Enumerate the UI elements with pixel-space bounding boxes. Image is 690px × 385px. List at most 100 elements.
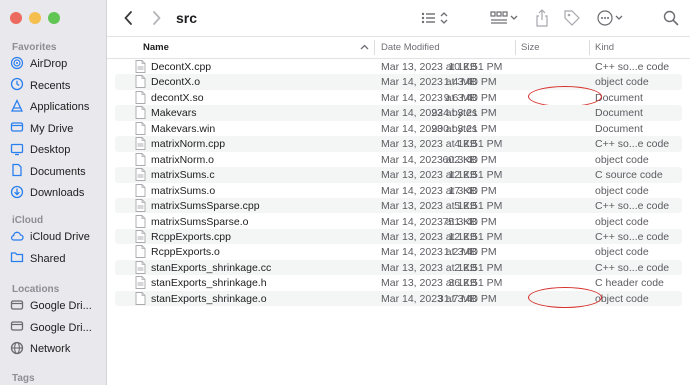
- view-options-button[interactable]: [420, 10, 454, 26]
- file-row[interactable]: stanExports_shrinkage.o Mar 14, 2023 at 3…: [115, 286, 682, 308]
- file-size: 12 KB: [448, 230, 477, 243]
- chevron-left-icon: [124, 11, 132, 25]
- file-name: stanExports_shrinkage.o: [151, 292, 267, 305]
- minimize-button[interactable]: [29, 12, 41, 24]
- sidebar-item-label: Downloads: [30, 187, 85, 199]
- file-date: Mar 13, 2023 at 12:51 PM: [381, 277, 503, 290]
- file-kind: object code: [595, 153, 649, 166]
- document-icon: [10, 163, 24, 180]
- file-row[interactable]: stanExports_shrinkage.h Mar 13, 2023 at 1…: [115, 275, 682, 290]
- file-name: DecontX.cpp: [151, 61, 212, 73]
- file-row[interactable]: Makevars.win Mar 14, 2023 at 3:21 PM 900 b…: [115, 121, 682, 136]
- list-view-icon: [421, 12, 448, 24]
- action-menu-button[interactable]: [596, 9, 626, 27]
- column-divider[interactable]: [374, 40, 375, 55]
- sidebar-item-label: Recents: [30, 79, 71, 92]
- search-button[interactable]: [662, 9, 680, 27]
- drive-icon: [10, 120, 24, 137]
- file-date: Mar 13, 2023 at 12:51 PM: [381, 261, 503, 274]
- file-row[interactable]: decontX.so Mar 14, 2023 at 3:40 PM 9.6 MB D…: [115, 85, 682, 107]
- column-divider[interactable]: [515, 40, 516, 55]
- date-column-header[interactable]: Date Modified: [381, 42, 440, 53]
- file-icon: [135, 245, 146, 261]
- sidebar-item[interactable]: Network: [10, 340, 104, 358]
- back-button[interactable]: [121, 9, 135, 27]
- file-row[interactable]: matrixSumsSparse.cpp Mar 13, 2023 at 12:5…: [115, 198, 682, 214]
- file-kind: C++ so...e code: [595, 138, 670, 151]
- file-size: 31.7 MB: [437, 292, 477, 305]
- file-row[interactable]: matrixSums.c Mar 13, 2023 at 12:51 PM 12 K…: [115, 167, 682, 183]
- file-date: Mar 13, 2023 at 12:51 PM: [381, 169, 503, 182]
- file-kind: C source code: [595, 169, 663, 182]
- share-button[interactable]: [535, 8, 549, 28]
- clock-icon: [10, 77, 24, 94]
- sidebar-item[interactable]: Desktop: [10, 141, 104, 159]
- download-icon: [10, 185, 24, 202]
- file-kind: Document: [595, 122, 643, 135]
- sidebar-item[interactable]: iCloud Drive: [10, 228, 104, 246]
- window-controls: [10, 12, 60, 24]
- file-name: matrixSumsSparse.o: [151, 215, 249, 228]
- sidebar-item[interactable]: Recents: [10, 77, 104, 95]
- name-column-header[interactable]: Name: [143, 42, 169, 53]
- tag-icon: [564, 10, 580, 26]
- file-row[interactable]: matrixSumsSparse.o Mar 14, 2023 at 3:40 P…: [115, 214, 682, 229]
- shared-folder-icon: [10, 250, 24, 267]
- file-size: 924 bytes: [431, 107, 477, 120]
- close-button[interactable]: [10, 12, 22, 24]
- file-row[interactable]: matrixSums.o Mar 14, 2023 at 3:40 PM 17 KB…: [115, 183, 682, 198]
- kind-column-header[interactable]: Kind: [595, 42, 614, 53]
- sidebar-item[interactable]: AirDrop: [10, 55, 104, 73]
- file-row[interactable]: stanExports_shrinkage.cc Mar 13, 2023 at …: [115, 259, 682, 276]
- file-row[interactable]: DecontX.cpp Mar 13, 2023 at 12:51 PM 10 KB…: [115, 59, 682, 74]
- group-button[interactable]: [490, 10, 520, 26]
- airdrop-icon: [10, 56, 24, 73]
- size-column-header[interactable]: Size: [521, 42, 539, 53]
- file-kind: Document: [595, 107, 643, 120]
- file-name: RcppExports.cpp: [151, 230, 231, 243]
- file-row[interactable]: matrixNorm.o Mar 14, 2023 at 3:40 PM 602 K…: [115, 152, 682, 167]
- file-date: Mar 14, 2023 at 3:40 PM: [381, 153, 497, 166]
- file-name: matrixSumsSparse.cpp: [151, 200, 260, 213]
- sidebar-item[interactable]: My Drive: [10, 120, 104, 138]
- forward-button[interactable]: [149, 9, 163, 27]
- file-date: Mar 13, 2023 at 12:51 PM: [381, 138, 503, 151]
- file-row[interactable]: RcppExports.o Mar 14, 2023 at 3:40 PM 1.2 …: [115, 244, 682, 259]
- sidebar-item[interactable]: Google Dri...: [10, 297, 104, 315]
- file-size: 10 KB: [448, 61, 477, 73]
- sidebar-item-label: Network: [30, 343, 71, 355]
- zoom-button[interactable]: [48, 12, 60, 24]
- sort-ascending-icon[interactable]: [360, 44, 369, 50]
- file-kind: C++ so...e code: [595, 200, 670, 213]
- file-name: decontX.so: [151, 91, 204, 104]
- sidebar-item-label: Desktop: [30, 144, 71, 156]
- file-kind: Document: [595, 91, 643, 104]
- file-row[interactable]: Makevars Mar 14, 2023 at 3:21 PM 924 bytes…: [115, 105, 682, 121]
- file-name: matrixNorm.cpp: [151, 138, 226, 151]
- file-kind: C header code: [595, 277, 664, 290]
- sidebar-item[interactable]: Shared: [10, 250, 104, 268]
- grid-icon: [490, 11, 518, 24]
- sidebar-item[interactable]: Downloads: [10, 184, 104, 202]
- sidebar-item[interactable]: Documents: [10, 163, 104, 181]
- file-date: Mar 14, 2023 at 3:40 PM: [381, 184, 497, 197]
- file-row[interactable]: matrixNorm.cpp Mar 13, 2023 at 12:51 PM 4 …: [115, 136, 682, 152]
- column-divider[interactable]: [589, 40, 590, 55]
- file-name: matrixSums.c: [151, 169, 215, 182]
- sidebar-item[interactable]: Google Dri...: [10, 319, 104, 337]
- file-kind: object code: [595, 292, 649, 305]
- file-date: Mar 13, 2023 at 12:51 PM: [381, 61, 503, 73]
- desktop-icon: [10, 142, 24, 159]
- tag-button[interactable]: [562, 9, 582, 27]
- sidebar-item-label: Applications: [30, 101, 90, 113]
- file-kind: object code: [595, 246, 649, 259]
- sidebar-section-title: iCloud: [12, 215, 44, 226]
- sidebar-item[interactable]: Applications: [10, 98, 104, 116]
- chevron-right-icon: [152, 11, 160, 25]
- file-row[interactable]: RcppExports.cpp Mar 13, 2023 at 12:51 PM 1…: [115, 228, 682, 245]
- ellipsis-circle-icon: [597, 10, 623, 26]
- file-name: RcppExports.o: [151, 246, 220, 259]
- file-row[interactable]: DecontX.o Mar 14, 2023 at 3:40 PM 1.4 MB ob…: [115, 74, 682, 90]
- file-date: Mar 14, 2023 at 3:40 PM: [381, 91, 497, 104]
- search-icon: [663, 10, 679, 26]
